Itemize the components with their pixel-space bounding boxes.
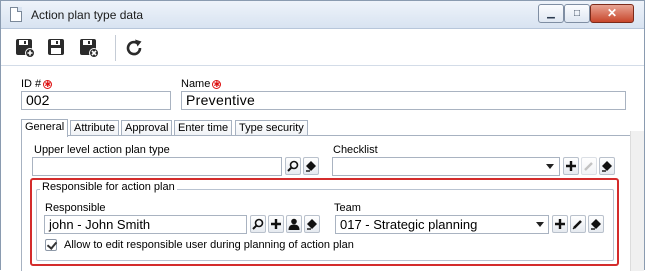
eraser-icon: [602, 161, 612, 172]
refresh-icon[interactable]: [124, 38, 144, 58]
save-icon[interactable]: [47, 38, 67, 58]
upper-level-field[interactable]: [32, 157, 282, 176]
pencil-icon: [572, 220, 582, 230]
tab-general[interactable]: General: [21, 119, 69, 137]
team-add-button[interactable]: [552, 215, 568, 233]
name-field[interactable]: Preventive: [181, 91, 626, 110]
upper-level-search-button[interactable]: [285, 157, 301, 175]
search-icon: [287, 160, 299, 172]
plus-icon: [566, 161, 576, 171]
checklist-clear-button[interactable]: [599, 157, 615, 175]
plus-icon: [271, 219, 281, 229]
title-bar: Action plan type data ▁ □ ✕: [1, 1, 644, 29]
eraser-icon: [591, 219, 601, 230]
id-label-text: ID #: [21, 78, 42, 90]
eraser-icon: [307, 219, 317, 230]
id-field[interactable]: 002: [21, 91, 171, 110]
team-clear-button[interactable]: [588, 215, 604, 233]
id-label: ID # ✱: [21, 78, 53, 90]
allow-edit-checkbox[interactable]: [45, 239, 57, 251]
checklist-add-button[interactable]: [563, 157, 579, 175]
required-icon: ✱: [212, 80, 222, 89]
name-label: Name ✱: [181, 78, 222, 90]
user-icon: [288, 218, 300, 230]
team-label: Team: [334, 202, 361, 214]
upper-level-label: Upper level action plan type: [34, 144, 170, 156]
search-icon: [252, 218, 264, 230]
required-icon: ✱: [43, 80, 53, 89]
responsible-label: Responsible: [45, 202, 106, 214]
minimize-button[interactable]: ▁: [538, 4, 564, 23]
plus-icon: [555, 219, 565, 229]
responsible-group-title: Responsible for action plan: [40, 181, 177, 193]
toolbar-separator: [115, 35, 116, 61]
pencil-icon: [584, 162, 593, 171]
team-select[interactable]: 017 - Strategic planning: [335, 215, 549, 234]
close-button[interactable]: ✕: [590, 4, 634, 23]
chevron-down-icon: [546, 164, 554, 169]
action-plan-type-window: Action plan type data ▁ □ ✕ ID # ✱ 002 N…: [0, 0, 645, 271]
toolbar: [1, 30, 644, 66]
document-icon: [10, 7, 22, 22]
responsible-add-button[interactable]: [268, 215, 284, 233]
eraser-icon: [306, 161, 316, 172]
checklist-edit-button[interactable]: [581, 157, 597, 175]
responsible-clear-button[interactable]: [304, 215, 320, 233]
responsible-user-button[interactable]: [286, 215, 302, 233]
upper-level-clear-button[interactable]: [303, 157, 319, 175]
team-edit-button[interactable]: [570, 215, 586, 233]
checklist-select[interactable]: [332, 157, 560, 176]
responsible-field[interactable]: john - John Smith: [44, 215, 247, 234]
allow-edit-label: Allow to edit responsible user during pl…: [64, 239, 354, 251]
maximize-button[interactable]: □: [564, 4, 590, 23]
window-title: Action plan type data: [31, 8, 144, 22]
vertical-scrollbar[interactable]: [630, 131, 644, 271]
chevron-down-icon: [536, 222, 544, 227]
name-label-text: Name: [181, 78, 211, 90]
save-close-icon[interactable]: [79, 38, 99, 58]
responsible-search-button[interactable]: [250, 215, 266, 233]
save-new-icon[interactable]: [15, 38, 35, 58]
checklist-label: Checklist: [333, 144, 378, 156]
